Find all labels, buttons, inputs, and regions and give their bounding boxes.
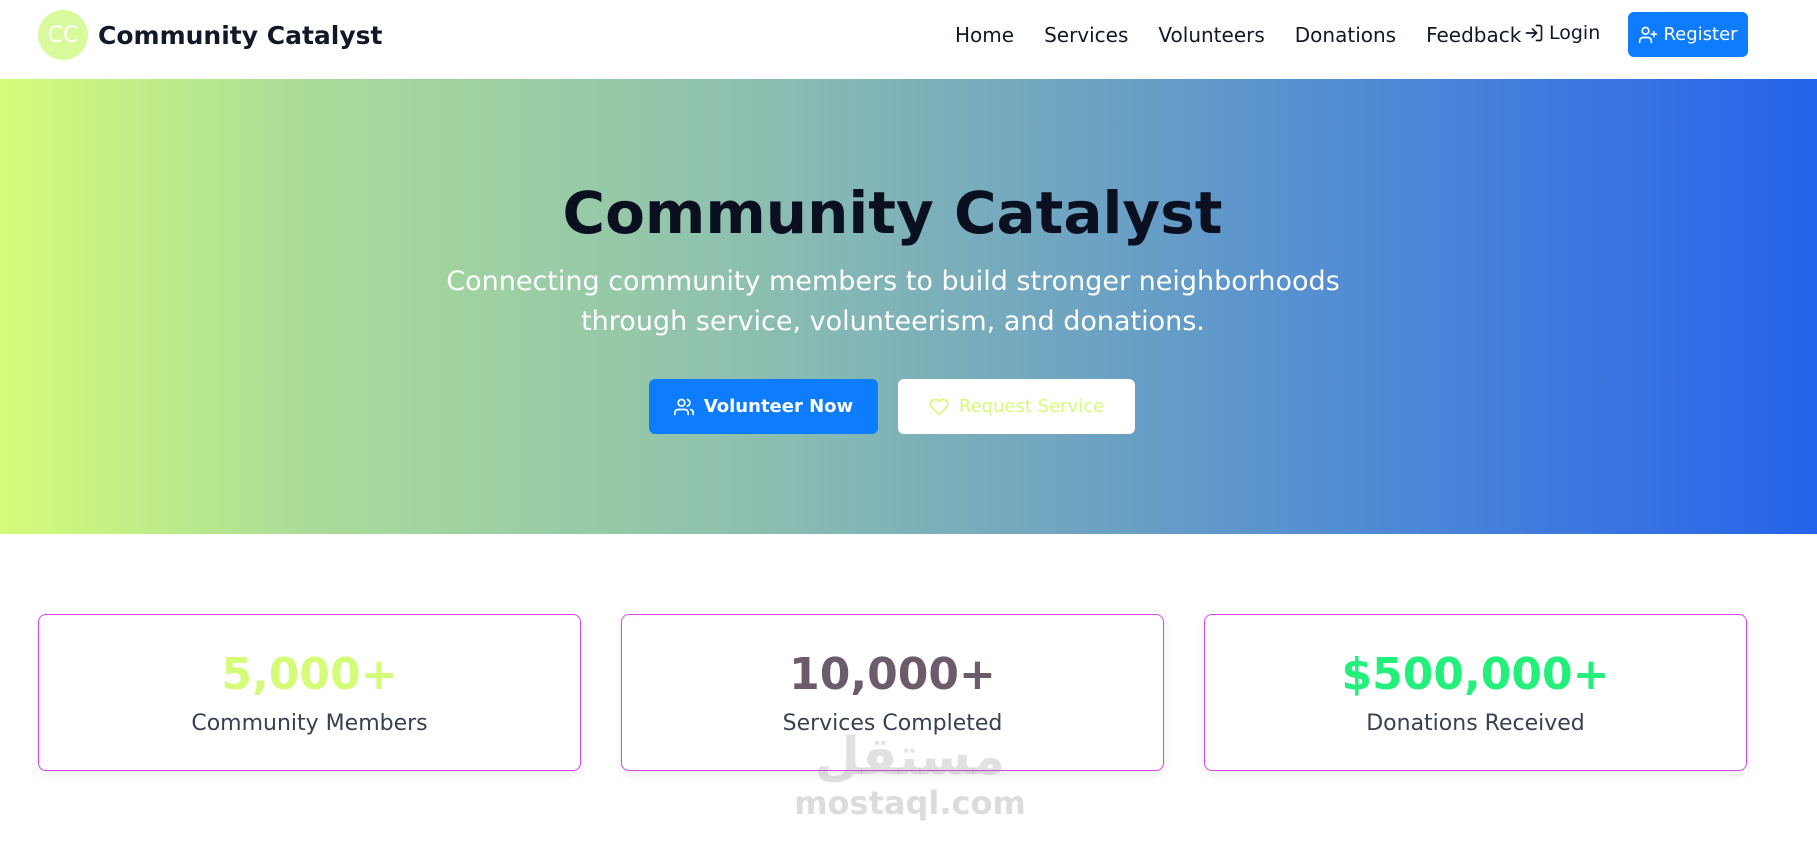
- volunteer-now-label: Volunteer Now: [703, 396, 854, 417]
- stat-label-members: Community Members: [191, 711, 428, 736]
- heart-icon: [929, 398, 949, 416]
- register-label: Register: [1663, 24, 1738, 45]
- stat-label-donations: Donations Received: [1366, 711, 1585, 736]
- nav-link-volunteers[interactable]: Volunteers: [1158, 23, 1264, 47]
- hero-title: Community Catalyst: [562, 179, 1223, 247]
- stat-card-donations: $500,000+ Donations Received: [1204, 614, 1747, 771]
- watermark-arabic: مستقل: [814, 727, 1006, 787]
- nav-link-services[interactable]: Services: [1044, 23, 1128, 47]
- login-link[interactable]: Login: [1524, 22, 1600, 44]
- request-service-label: Request Service: [958, 396, 1105, 417]
- users-icon: [673, 398, 694, 415]
- watermark-latin: mostaql.com: [794, 784, 1026, 822]
- volunteer-now-button[interactable]: Volunteer Now: [649, 379, 878, 434]
- top-navbar: CC Community Catalyst Home Services Volu…: [0, 0, 1817, 79]
- hero-subtitle: Connecting community members to build st…: [446, 266, 1340, 337]
- nav-links: Home Services Volunteers Donations Feedb…: [955, 0, 1551, 70]
- stat-value-donations: $500,000+: [1341, 649, 1610, 700]
- brand-logo: CC: [38, 10, 88, 60]
- hero-section: Community Catalyst Connecting community …: [0, 79, 1817, 534]
- request-service-button[interactable]: Request Service: [898, 379, 1135, 434]
- register-button[interactable]: Register: [1628, 12, 1748, 57]
- nav-link-donations[interactable]: Donations: [1295, 23, 1396, 47]
- brand[interactable]: CC Community Catalyst: [38, 10, 382, 60]
- user-plus-icon: [1639, 26, 1658, 43]
- nav-link-home[interactable]: Home: [955, 23, 1014, 47]
- nav-link-feedback[interactable]: Feedback: [1426, 23, 1521, 47]
- brand-name: Community Catalyst: [98, 20, 383, 50]
- login-label: Login: [1549, 22, 1601, 44]
- stat-value-services: 10,000+: [789, 649, 996, 700]
- stat-value-members: 5,000+: [221, 649, 398, 700]
- stat-card-members: 5,000+ Community Members: [38, 614, 581, 771]
- login-icon: [1525, 24, 1543, 42]
